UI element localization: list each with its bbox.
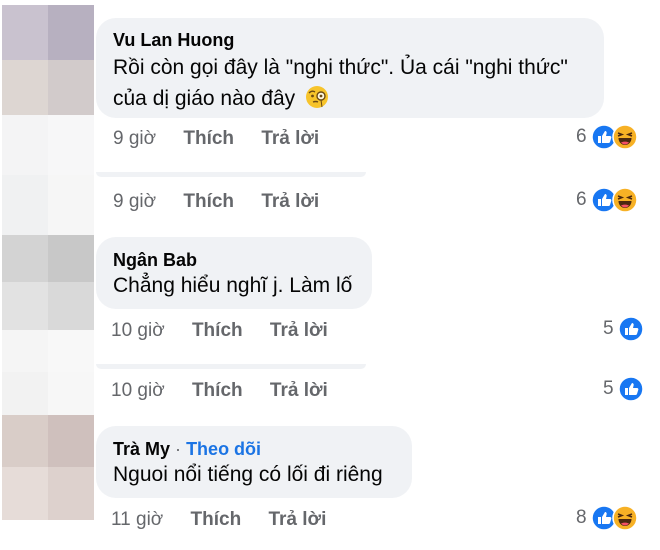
comment-author[interactable]: Trà My bbox=[113, 439, 170, 459]
reaction-summary[interactable]: 5 bbox=[603, 374, 644, 404]
comment-actions: 9 giờ Thích Trả lời bbox=[113, 128, 319, 150]
timestamp[interactable]: 9 giờ bbox=[113, 191, 156, 212]
avatar[interactable] bbox=[2, 235, 94, 330]
comment-bubble bbox=[96, 172, 366, 177]
haha-icon bbox=[611, 124, 638, 150]
comment-actions: 10 giờ Thích Trả lời bbox=[111, 380, 328, 402]
timestamp[interactable]: 10 giờ bbox=[111, 320, 165, 341]
like-button[interactable]: Thích bbox=[183, 191, 234, 212]
comment-text: của dị giáo nào đây bbox=[113, 85, 329, 115]
comment-text-line: của dị giáo nào đây bbox=[113, 87, 296, 110]
avatar[interactable] bbox=[2, 415, 94, 520]
follow-button[interactable]: Theo dõi bbox=[186, 439, 261, 459]
reply-button[interactable]: Trả lời bbox=[268, 509, 326, 530]
reply-button[interactable]: Trả lời bbox=[270, 380, 328, 401]
comment-header: Trà My · Theo dõi bbox=[113, 439, 261, 460]
comment-actions: 11 giờ Thích Trả lời bbox=[111, 509, 326, 531]
timestamp[interactable]: 10 giờ bbox=[111, 380, 165, 401]
like-button[interactable]: Thích bbox=[192, 380, 243, 401]
haha-icon bbox=[611, 505, 638, 531]
comment-text: Chẳng hiểu nghĩ j. Làm lố bbox=[113, 274, 353, 297]
avatar[interactable] bbox=[2, 5, 94, 115]
comment-text: Rồi còn gọi đây là "nghi thức". Ủa cái "… bbox=[113, 56, 568, 79]
reply-button[interactable]: Trả lời bbox=[270, 320, 328, 341]
comment-actions: 10 giờ Thích Trả lời bbox=[111, 320, 328, 342]
reaction-count: 6 bbox=[576, 126, 587, 147]
avatar bbox=[2, 330, 94, 415]
avatar bbox=[2, 115, 94, 235]
timestamp[interactable]: 9 giờ bbox=[113, 128, 156, 149]
comment-bubble bbox=[96, 364, 366, 369]
reaction-summary[interactable]: 6 bbox=[576, 122, 638, 152]
reaction-count: 6 bbox=[576, 189, 587, 210]
comment-author[interactable]: Vu Lan Huong bbox=[113, 30, 234, 51]
like-button[interactable]: Thích bbox=[183, 128, 234, 149]
haha-icon bbox=[611, 187, 638, 213]
comment-actions: 9 giờ Thích Trả lời bbox=[113, 191, 319, 213]
like-icon bbox=[617, 376, 644, 402]
comment-bubble bbox=[96, 237, 372, 309]
reaction-count: 5 bbox=[603, 318, 614, 339]
like-icon bbox=[617, 316, 644, 342]
reaction-count: 8 bbox=[576, 507, 587, 528]
reply-button[interactable]: Trả lời bbox=[261, 128, 319, 149]
separator-dot: · bbox=[175, 439, 182, 459]
reaction-summary[interactable]: 5 bbox=[603, 314, 644, 344]
reply-button[interactable]: Trả lời bbox=[261, 191, 319, 212]
comment-text: Nguoi nổi tiếng có lối đi riêng bbox=[113, 463, 383, 486]
like-button[interactable]: Thích bbox=[191, 509, 242, 530]
comment-bubble bbox=[96, 426, 412, 498]
like-button[interactable]: Thích bbox=[192, 320, 243, 341]
comment-author[interactable]: Ngân Bab bbox=[113, 250, 197, 271]
timestamp[interactable]: 11 giờ bbox=[111, 509, 163, 530]
reaction-summary[interactable]: 8 bbox=[576, 503, 638, 533]
face-with-monocle-icon bbox=[305, 85, 329, 115]
reaction-count: 5 bbox=[603, 378, 614, 399]
reaction-summary[interactable]: 6 bbox=[576, 185, 638, 215]
